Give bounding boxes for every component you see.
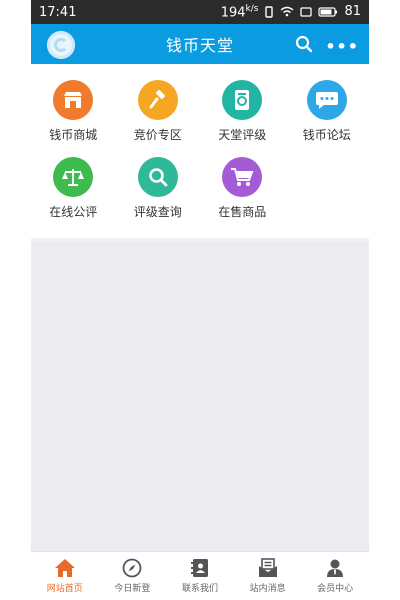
compass-icon <box>122 558 142 578</box>
battery-level: 81 <box>344 4 361 20</box>
menu-item-forum[interactable]: 钱币论坛 <box>285 80 370 143</box>
tab-member-center[interactable]: 会员中心 <box>301 552 369 600</box>
contacts-icon <box>190 559 208 577</box>
forum-chat-icon <box>306 80 347 120</box>
more-menu-button[interactable]: ••• <box>325 37 359 56</box>
search-query-icon <box>137 157 178 197</box>
status-bar: 17:41 194k/s 81 <box>31 0 369 24</box>
search-icon[interactable] <box>295 35 313 53</box>
tab-label: 网站首页 <box>46 584 83 594</box>
content-area <box>31 242 369 552</box>
grading-icon <box>222 80 263 120</box>
menu-item-label: 在线公评 <box>49 205 98 219</box>
scale-icon <box>53 157 94 197</box>
tab-home[interactable]: 网站首页 <box>31 552 99 600</box>
home-icon <box>54 559 75 577</box>
menu-item-label: 钱币论坛 <box>302 128 351 142</box>
battery-icon <box>318 7 338 17</box>
member-icon <box>327 559 344 577</box>
menu-item-coin-shop[interactable]: 钱币商城 <box>31 80 116 143</box>
tab-contact-us[interactable]: 联系我们 <box>166 552 234 600</box>
menu-item-label: 在售商品 <box>218 205 267 219</box>
tab-today-new[interactable]: 今日新登 <box>99 552 167 600</box>
status-time: 17:41 <box>39 4 77 20</box>
page-title: 钱币天堂 <box>165 36 234 55</box>
menu-item-grading[interactable]: 天堂评级 <box>200 80 285 143</box>
message-icon <box>258 558 277 577</box>
app-header: 钱币天堂 ••• <box>31 24 369 64</box>
vibrate-icon <box>265 6 274 18</box>
bottom-tab-bar: 网站首页 今日新登 联系我们 站内消息 会员中心 <box>31 551 369 600</box>
tab-label: 联系我们 <box>181 584 218 594</box>
auction-hammer-icon <box>137 80 178 120</box>
menu-grid: 钱币商城 竞价专区 天堂评级 钱币论坛 在线公评 评级查询 在售商品 <box>31 64 369 238</box>
shop-icon <box>53 80 94 120</box>
tab-site-messages[interactable]: 站内消息 <box>234 552 302 600</box>
tab-label: 站内消息 <box>249 584 286 594</box>
tab-label: 会员中心 <box>317 584 354 594</box>
menu-item-public-review[interactable]: 在线公评 <box>31 157 116 220</box>
network-speed: 194k/s <box>220 3 259 21</box>
tab-label: 今日新登 <box>114 584 151 594</box>
screen-icon <box>300 7 313 17</box>
menu-item-grading-query[interactable]: 评级查询 <box>116 157 201 220</box>
menu-item-label: 天堂评级 <box>218 128 267 142</box>
app-screen: 17:41 194k/s 81 钱币天堂 ••• 钱币商城 竞价专区 天堂评级 … <box>31 0 369 600</box>
menu-item-auction[interactable]: 竞价专区 <box>116 80 201 143</box>
menu-item-label: 评级查询 <box>133 205 182 219</box>
menu-item-label: 钱币商城 <box>49 128 98 142</box>
menu-item-label: 竞价专区 <box>133 128 182 142</box>
wifi-icon <box>281 7 294 17</box>
menu-item-on-sale[interactable]: 在售商品 <box>200 157 285 220</box>
cart-icon <box>222 157 263 197</box>
